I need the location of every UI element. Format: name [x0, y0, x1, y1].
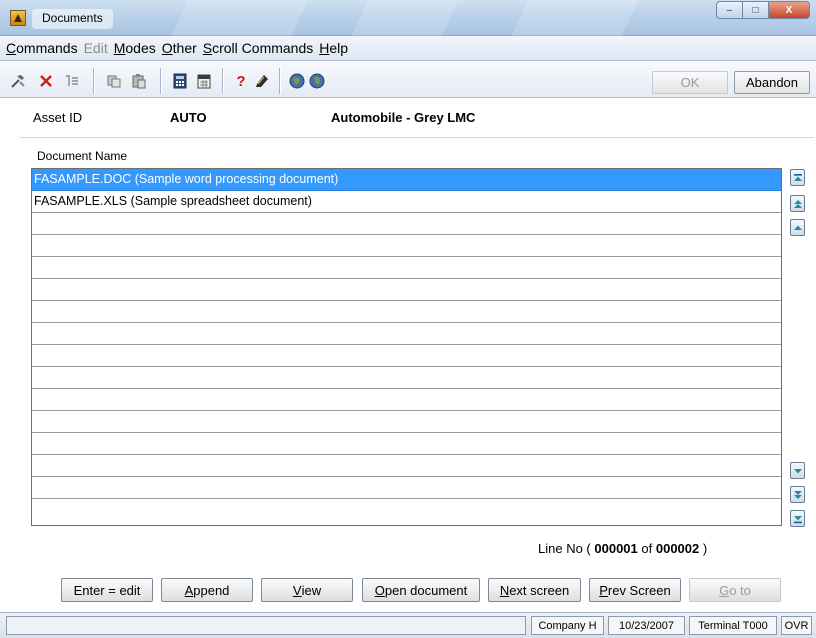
app-icon[interactable]	[10, 10, 26, 26]
status-terminal: Terminal T000	[689, 616, 777, 635]
scroll-top-button[interactable]	[790, 169, 805, 186]
view-button[interactable]: View	[261, 578, 353, 602]
table-row[interactable]	[32, 477, 781, 499]
menu-bar: Commands Edit Modes Other Scroll Command…	[0, 36, 816, 61]
table-row[interactable]	[32, 213, 781, 235]
help-icon[interactable]: ?	[232, 72, 250, 90]
ok-button[interactable]: OK	[652, 71, 728, 94]
scroll-bottom-button[interactable]	[790, 510, 805, 527]
toolbar-separator	[279, 68, 280, 94]
menu-commands[interactable]: Commands	[6, 40, 82, 56]
back-globe-icon[interactable]	[288, 72, 306, 90]
prev-screen-button[interactable]: Prev Screen	[589, 578, 681, 602]
table-row[interactable]	[32, 301, 781, 323]
menu-modes[interactable]: Modes	[114, 40, 160, 56]
menu-help[interactable]: Help	[319, 40, 352, 56]
open-document-button[interactable]: Open document	[362, 578, 480, 602]
title-bar-decoration	[351, 0, 459, 36]
table-row[interactable]	[32, 257, 781, 279]
status-message-area	[6, 616, 526, 635]
status-mode: OVR	[781, 616, 812, 635]
copy-icon[interactable]	[105, 72, 123, 90]
toolbar-separator	[160, 68, 161, 94]
minimize-button[interactable]: –	[716, 1, 742, 19]
documents-grid[interactable]: FASAMPLE.DOC (Sample word processing doc…	[31, 168, 782, 526]
table-row[interactable]	[32, 279, 781, 301]
asset-id-value: AUTO	[170, 110, 207, 125]
goto-button[interactable]: Go to	[689, 578, 781, 602]
hammer-icon[interactable]	[9, 72, 27, 90]
scroll-line-up-button[interactable]	[790, 219, 805, 236]
enter-edit-button[interactable]: Enter = edit	[61, 578, 153, 602]
total-lines: 000002	[655, 541, 700, 556]
toolbar-separator	[222, 68, 223, 94]
window-controls: – □ X	[716, 1, 810, 19]
close-button[interactable]: X	[768, 1, 810, 19]
title-bar[interactable]: Documents – □ X	[0, 0, 816, 36]
status-bar: Company H 10/23/2007 Terminal T000 OVR	[0, 612, 816, 638]
menu-other[interactable]: Other	[162, 40, 201, 56]
table-row[interactable]	[32, 345, 781, 367]
delete-x-icon[interactable]	[37, 72, 55, 90]
title-bar-decoration	[511, 0, 639, 36]
abandon-button[interactable]: Abandon	[734, 71, 810, 94]
scroll-page-up-button[interactable]	[790, 195, 805, 212]
notes-icon[interactable]	[253, 72, 271, 90]
table-row[interactable]	[32, 433, 781, 455]
forward-globe-icon[interactable]	[308, 72, 326, 90]
calculator-icon[interactable]	[171, 72, 189, 90]
next-screen-button[interactable]: Next screen	[488, 578, 581, 602]
table-row[interactable]	[32, 367, 781, 389]
clear-icon[interactable]	[63, 72, 81, 90]
table-row[interactable]: FASAMPLE.DOC (Sample word processing doc…	[32, 169, 781, 191]
paste-icon[interactable]	[130, 72, 148, 90]
window-title: Documents	[32, 9, 113, 29]
scroll-page-down-button[interactable]	[790, 486, 805, 503]
menu-edit[interactable]: Edit	[84, 40, 112, 56]
table-row[interactable]	[32, 455, 781, 477]
table-row[interactable]	[32, 389, 781, 411]
asset-description: Automobile - Grey LMC	[331, 110, 476, 125]
table-row[interactable]	[32, 411, 781, 433]
toolbar-separator	[93, 68, 94, 94]
table-row[interactable]	[32, 499, 781, 525]
status-date: 10/23/2007	[608, 616, 685, 635]
calendar-icon[interactable]	[195, 72, 213, 90]
status-company: Company H	[531, 616, 604, 635]
header-divider	[20, 137, 814, 138]
maximize-button[interactable]: □	[742, 1, 768, 19]
table-row[interactable]	[32, 323, 781, 345]
scroll-line-down-button[interactable]	[790, 462, 805, 479]
table-row[interactable]: FASAMPLE.XLS (Sample spreadsheet documen…	[32, 191, 781, 213]
line-number-indicator: Line No ( 000001 of 000002 )	[538, 541, 708, 556]
current-line: 000001	[594, 541, 638, 556]
table-row[interactable]	[32, 235, 781, 257]
title-bar-decoration	[171, 0, 309, 36]
menu-scroll-commands[interactable]: Scroll Commands	[203, 40, 317, 56]
append-button[interactable]: Append	[161, 578, 253, 602]
column-header-document-name: Document Name	[37, 149, 128, 163]
asset-id-label: Asset ID	[33, 110, 83, 125]
